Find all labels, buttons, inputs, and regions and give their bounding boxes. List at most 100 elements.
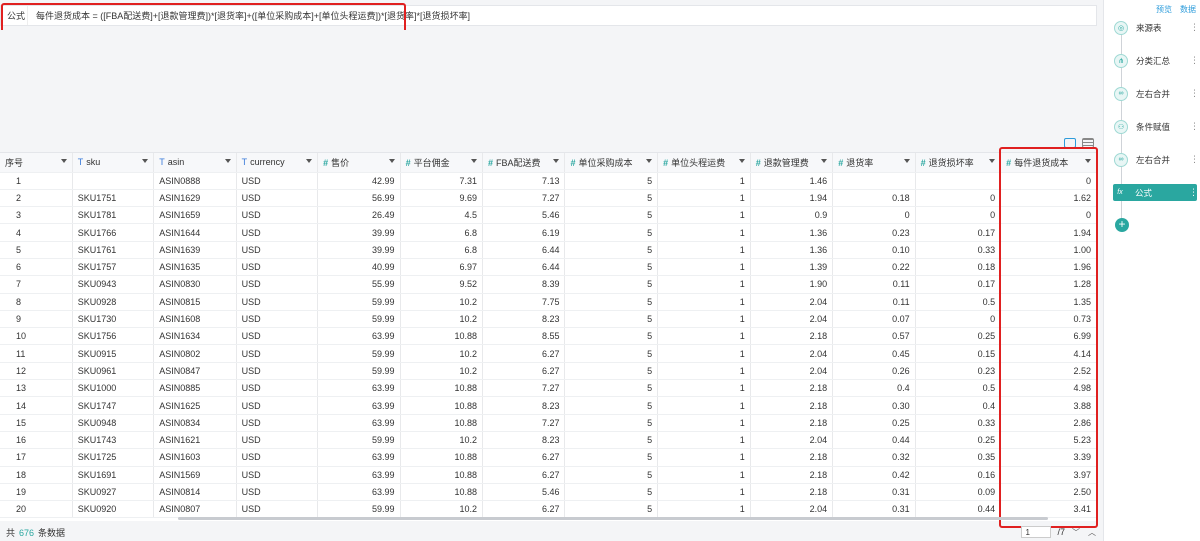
table-cell[interactable]: 63.99 <box>317 396 401 415</box>
table-cell[interactable]: 0 <box>915 206 1002 225</box>
table-cell[interactable]: 10.88 <box>400 448 484 467</box>
table-cell[interactable]: 5 <box>564 466 659 484</box>
table-cell[interactable]: 0.25 <box>915 327 1002 346</box>
table-cell[interactable]: SKU1747 <box>72 396 155 415</box>
column-header[interactable]: # 退货损坏率 <box>915 153 1002 173</box>
table-cell[interactable]: 2.04 <box>750 500 834 519</box>
table-cell[interactable]: 2.18 <box>750 379 834 398</box>
table-cell[interactable]: USD <box>236 466 319 484</box>
table-cell[interactable]: 4 <box>0 223 73 242</box>
table-cell[interactable]: ASIN1629 <box>153 189 237 208</box>
table-cell[interactable]: 1.94 <box>750 189 834 208</box>
table-cell[interactable]: 0.25 <box>915 431 1002 450</box>
table-cell[interactable]: 63.99 <box>317 414 401 432</box>
chevron-up-icon[interactable]: ︿ <box>1087 527 1097 538</box>
table-row[interactable]: 17 SKU1725 ASIN1603 USD 63.99 10.88 6.27 5 1 2.18… <box>0 448 1097 467</box>
table-cell[interactable] <box>915 172 1002 190</box>
table-cell[interactable]: ASIN1625 <box>153 396 237 415</box>
more-icon[interactable]: ⋮ <box>1190 88 1199 99</box>
table-view-icon[interactable] <box>1082 138 1094 148</box>
table-cell[interactable]: 6.97 <box>400 258 484 277</box>
table-cell[interactable]: 10.88 <box>400 483 484 502</box>
table-cell[interactable]: 1 <box>657 344 751 363</box>
table-cell[interactable]: 56.99 <box>317 189 401 208</box>
table-cell[interactable]: 10.2 <box>400 500 484 519</box>
column-header[interactable]: # FBA配送费 <box>482 153 566 173</box>
table-cell[interactable]: USD <box>236 223 319 242</box>
step-formula[interactable]: fx 公式 ⋮ <box>1113 184 1198 201</box>
table-cell[interactable]: 5 <box>564 344 659 363</box>
table-cell[interactable]: USD <box>236 275 319 294</box>
chevron-down-icon[interactable]: ﹀ <box>1071 527 1081 538</box>
table-cell[interactable]: 26.49 <box>317 206 401 225</box>
more-icon[interactable]: ⋮ <box>1190 22 1199 33</box>
more-icon[interactable]: ⋮ <box>1190 121 1199 132</box>
table-cell[interactable]: 6.8 <box>400 241 484 259</box>
table-row[interactable]: 8 SKU0928 ASIN0815 USD 59.99 10.2 7.75 5 1 2.04 0.… <box>0 293 1097 311</box>
table-cell[interactable]: 40.99 <box>317 258 401 277</box>
caret-down-icon[interactable] <box>903 159 910 163</box>
table-cell[interactable]: 5 <box>564 258 659 277</box>
table-cell[interactable]: 0.44 <box>832 431 916 450</box>
table-row[interactable]: 18 SKU1691 ASIN1569 USD 63.99 10.88 6.27 5 1 2.18… <box>0 466 1097 484</box>
table-cell[interactable]: 4.98 <box>1000 379 1097 398</box>
table-cell[interactable]: 5 <box>564 500 659 519</box>
table-cell[interactable]: 2.04 <box>750 362 834 381</box>
table-cell[interactable]: 19 <box>0 483 73 502</box>
table-cell[interactable]: 6.27 <box>482 500 566 519</box>
table-cell[interactable]: 1 <box>657 483 751 502</box>
table-cell[interactable]: 6.27 <box>482 362 566 381</box>
column-header[interactable]: # 平台佣金 <box>400 153 484 173</box>
table-cell[interactable]: 55.99 <box>317 275 401 294</box>
table-cell[interactable]: 0.33 <box>915 414 1002 432</box>
table-cell[interactable]: 6.19 <box>482 223 566 242</box>
table-row[interactable]: 12 SKU0961 ASIN0847 USD 59.99 10.2 6.27 5 1 2.04 0… <box>0 362 1097 381</box>
data-link[interactable]: 数据 <box>1180 4 1196 15</box>
table-cell[interactable]: 10.88 <box>400 327 484 346</box>
table-cell[interactable]: 39.99 <box>317 241 401 259</box>
table-cell[interactable]: ASIN0847 <box>153 362 237 381</box>
table-cell[interactable]: 2.18 <box>750 466 834 484</box>
table-cell[interactable]: 3.39 <box>1000 448 1097 467</box>
table-cell[interactable]: 0.18 <box>915 258 1002 277</box>
table-cell[interactable]: ASIN1639 <box>153 241 237 259</box>
table-cell[interactable]: 0.25 <box>832 414 916 432</box>
table-cell[interactable]: 0.10 <box>832 241 916 259</box>
table-cell[interactable]: 13 <box>0 379 73 398</box>
table-cell[interactable]: 2.18 <box>750 396 834 415</box>
table-cell[interactable]: 1.36 <box>750 241 834 259</box>
table-cell[interactable]: 3.88 <box>1000 396 1097 415</box>
table-cell[interactable]: 0.09 <box>915 483 1002 502</box>
table-cell[interactable]: 7 <box>0 275 73 294</box>
table-cell[interactable]: 5 <box>564 223 659 242</box>
table-cell[interactable]: 0.57 <box>832 327 916 346</box>
card-view-icon[interactable] <box>1064 138 1076 148</box>
table-cell[interactable]: 10 <box>0 327 73 346</box>
table-cell[interactable]: 1 <box>657 327 751 346</box>
table-cell[interactable]: 5 <box>564 448 659 467</box>
table-cell[interactable]: 0.33 <box>915 241 1002 259</box>
table-cell[interactable]: 8.55 <box>482 327 566 346</box>
table-cell[interactable]: 63.99 <box>317 379 401 398</box>
table-cell[interactable]: 5 <box>0 241 73 259</box>
table-cell[interactable]: 5 <box>564 362 659 381</box>
table-cell[interactable]: SKU1691 <box>72 466 155 484</box>
table-cell[interactable]: 5 <box>564 241 659 259</box>
table-cell[interactable]: 1 <box>657 275 751 294</box>
table-cell[interactable]: 63.99 <box>317 466 401 484</box>
table-cell[interactable]: 0.18 <box>832 189 916 208</box>
table-row[interactable]: 1 ASIN0888 USD 42.99 7.31 7.13 5 1 1.46 0 <box>0 172 1097 190</box>
column-header[interactable]: # 单位采购成本 <box>564 153 659 173</box>
table-cell[interactable]: 1.96 <box>1000 258 1097 277</box>
add-step-button[interactable]: + <box>1115 218 1129 232</box>
table-cell[interactable]: 0.44 <box>915 500 1002 519</box>
table-cell[interactable]: SKU1756 <box>72 327 155 346</box>
caret-down-icon[interactable] <box>738 159 745 163</box>
table-cell[interactable]: 0.17 <box>915 275 1002 294</box>
table-cell[interactable]: ASIN1603 <box>153 448 237 467</box>
caret-down-icon[interactable] <box>471 159 478 163</box>
table-row[interactable]: 3 SKU1781 ASIN1659 USD 26.49 4.5 5.46 5 1 0.9 0 0 0 <box>0 206 1097 225</box>
column-header[interactable]: # 售价 <box>317 153 401 173</box>
caret-down-icon[interactable] <box>388 159 395 163</box>
table-row[interactable]: 11 SKU0915 ASIN0802 USD 59.99 10.2 6.27 5 1 2.04 0… <box>0 344 1097 363</box>
